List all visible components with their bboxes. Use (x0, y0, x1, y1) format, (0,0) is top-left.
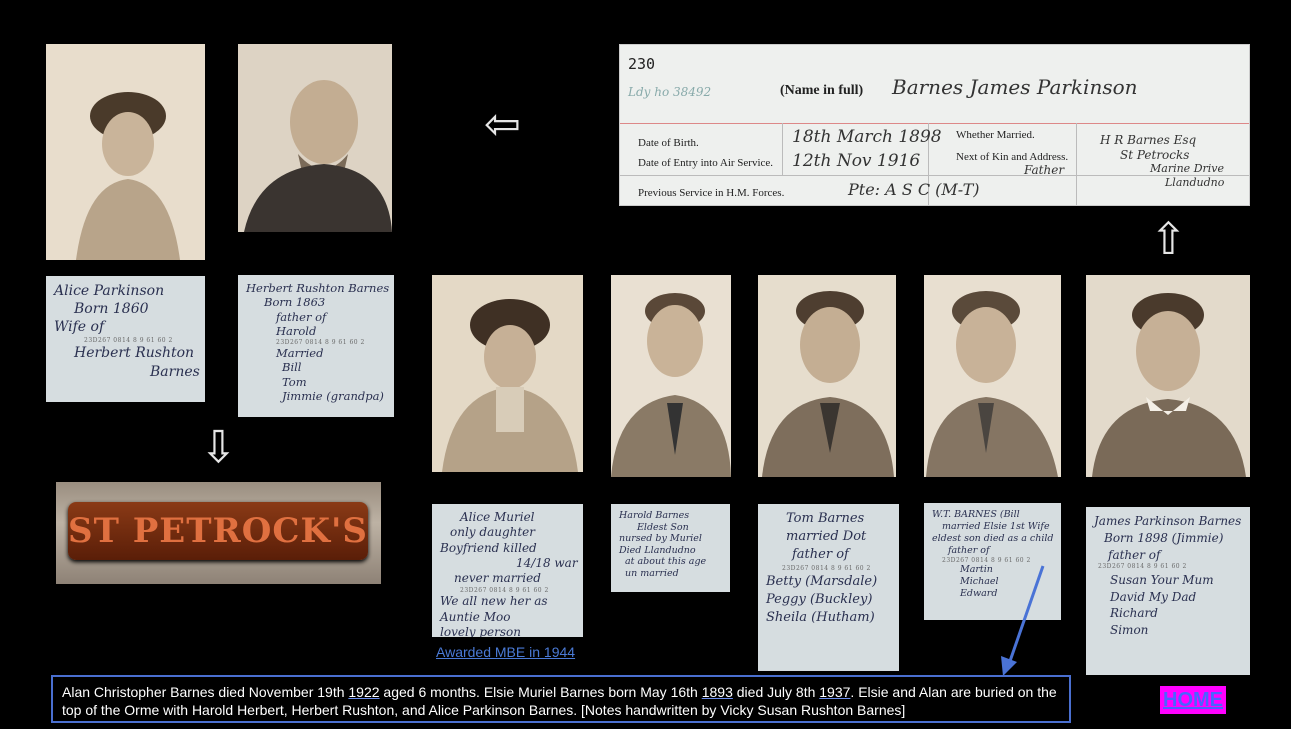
photo-tom (758, 275, 896, 477)
record-ref: Ldy ho 38492 (628, 85, 712, 99)
note-line: Sheila (Hutham) (766, 610, 875, 626)
note-line: father of (276, 309, 327, 324)
note-line: Richard (1110, 606, 1158, 621)
st-petrocks-sign-photo: ST PETROCK'S (56, 482, 381, 584)
name-label: (Name in full) (780, 83, 864, 98)
kin-value-2: St Petrocks (1120, 148, 1190, 162)
caption-year-link[interactable]: 1922 (348, 684, 379, 700)
note-line: Alice Muriel (460, 510, 535, 524)
note-line: father of (1108, 547, 1161, 562)
kin-label: Next of Kin and Address. (956, 151, 1069, 163)
left-arrow-icon: ⇦ (484, 99, 521, 150)
kin-value-1: H R Barnes Esq (1100, 133, 1197, 147)
pointer-arrow-icon (1001, 565, 1045, 676)
note-line: We all new her as (440, 594, 548, 609)
caption-text: aged 6 months. Elsie Muriel Barnes born … (379, 684, 702, 700)
note-line: married Dot (786, 529, 867, 545)
caption-year-link[interactable]: 1893 (702, 684, 733, 700)
sign-text: ST PETROCK'S (68, 511, 368, 551)
awarded-mbe-link[interactable]: Awarded MBE in 1944 (436, 644, 575, 660)
entry-value: 12th Nov 1916 (792, 151, 921, 171)
record-rule-red (620, 123, 1249, 124)
name-value: Barnes James Parkinson (892, 75, 1138, 99)
kin-value-3: Marine Drive (1150, 162, 1225, 175)
dob-value: 18th March 1898 (792, 127, 942, 147)
note-tom: Tom Barnes married Dot father of 23D267 … (758, 504, 899, 671)
note-stamp: 23D267 0814 8 9 61 60 2 (276, 338, 365, 346)
note-line: lovely person (440, 625, 522, 637)
caption-box: Alan Christopher Barnes died November 19… (51, 675, 1071, 723)
note-alice-muriel: Alice Muriel only daughter Boyfriend kil… (432, 504, 583, 637)
note-line: married Elsie 1st Wife (942, 520, 1050, 532)
photo-harold (611, 275, 731, 477)
record-vline-1 (782, 123, 783, 175)
note-stamp: 23D267 0814 8 9 61 60 2 (1098, 563, 1187, 571)
record-vline-3 (1076, 123, 1077, 205)
note-line: Betty (Marsdale) (766, 573, 878, 589)
note-alice-parkinson: Alice Parkinson Born 1860 Wife of 23D267… (46, 276, 205, 402)
note-line: Herbert Rushton (74, 345, 195, 362)
note-line: Bill (282, 360, 302, 375)
note-line: Married (276, 346, 324, 360)
entry-label: Date of Entry into Air Service. (638, 157, 774, 169)
note-line: un married (625, 567, 679, 579)
note-line: Born 1860 (74, 301, 149, 318)
photo-alice-muriel (432, 275, 583, 472)
note-line: Died Llandudno (619, 544, 696, 556)
note-line: at about this age (625, 556, 707, 568)
note-line: Tom Barnes (786, 511, 865, 526)
photo-herbert-rushton (238, 44, 392, 232)
note-line: Simon (1110, 623, 1149, 638)
note-line: Herbert Rushton Barnes (246, 281, 390, 295)
down-arrow-icon: ⇩ (200, 422, 237, 473)
note-line: nursed by Muriel (619, 533, 702, 545)
kin-relation: Father (1024, 163, 1065, 177)
note-line: Tom (282, 374, 307, 389)
caption-year-link[interactable]: 1937 (819, 684, 850, 700)
note-line: Eldest Son (637, 521, 689, 533)
note-herbert-rushton: Herbert Rushton Barnes Born 1863 father … (238, 275, 394, 417)
note-line: Born 1898 (Jimmie) (1104, 530, 1224, 545)
note-line: never married (454, 571, 541, 586)
note-line: Harold Barnes (619, 510, 690, 521)
note-line: Peggy (Buckley) (766, 592, 873, 608)
caption-text: Alan Christopher Barnes died November 19… (62, 684, 349, 700)
note-harold: Harold Barnes Eldest Son nursed by Murie… (611, 504, 730, 592)
note-line: Jimmie (grandpa) (282, 389, 384, 404)
home-button[interactable]: HOME (1160, 686, 1226, 714)
note-stamp: 23D267 0814 8 9 61 60 2 (84, 336, 173, 344)
photo-alice-parkinson (46, 44, 205, 260)
note-stamp: 23D267 0814 8 9 61 60 2 (782, 564, 871, 572)
prev-label: Previous Service in H.M. Forces. (638, 187, 785, 199)
caption-text: died July 8th (732, 684, 820, 700)
note-stamp: 23D267 0814 8 9 61 60 2 (460, 586, 549, 594)
note-line: James Parkinson Barnes (1094, 514, 1242, 528)
note-james: James Parkinson Barnes Born 1898 (Jimmie… (1086, 507, 1250, 675)
note-line: Auntie Moo (440, 609, 511, 624)
note-line: eldest son died as a child (932, 532, 1054, 544)
note-line: father of (948, 544, 990, 556)
married-label: Whether Married. (956, 129, 1035, 141)
note-line: father of (792, 547, 849, 563)
note-line: Born 1863 (264, 295, 326, 310)
kin-value-4: Llandudno (1165, 176, 1225, 189)
note-line: Barnes (150, 363, 200, 380)
prev-value: Pte: A S C (M-T) (848, 180, 980, 199)
photo-james (1086, 275, 1250, 477)
note-line: David My Dad (1110, 589, 1197, 604)
note-line: Susan Your Mum (1110, 572, 1214, 587)
note-line: Harold (276, 324, 317, 339)
note-line: only daughter (450, 525, 536, 540)
note-line: Wife of (54, 319, 105, 336)
up-arrow-icon: ⇧ (1150, 214, 1187, 265)
record-number: 230 (628, 55, 656, 73)
note-line: Alice Parkinson (54, 283, 165, 299)
note-line: Boyfriend killed (440, 540, 537, 555)
note-line: W.T. BARNES (Bill (932, 509, 1020, 520)
dob-label: Date of Birth. (638, 137, 699, 149)
service-record-card: 230 Ldy ho 38492 (Name in full) Barnes J… (619, 44, 1250, 206)
note-line: 14/18 war (516, 556, 578, 571)
record-rule-1 (620, 175, 1249, 176)
photo-bill (924, 275, 1061, 477)
